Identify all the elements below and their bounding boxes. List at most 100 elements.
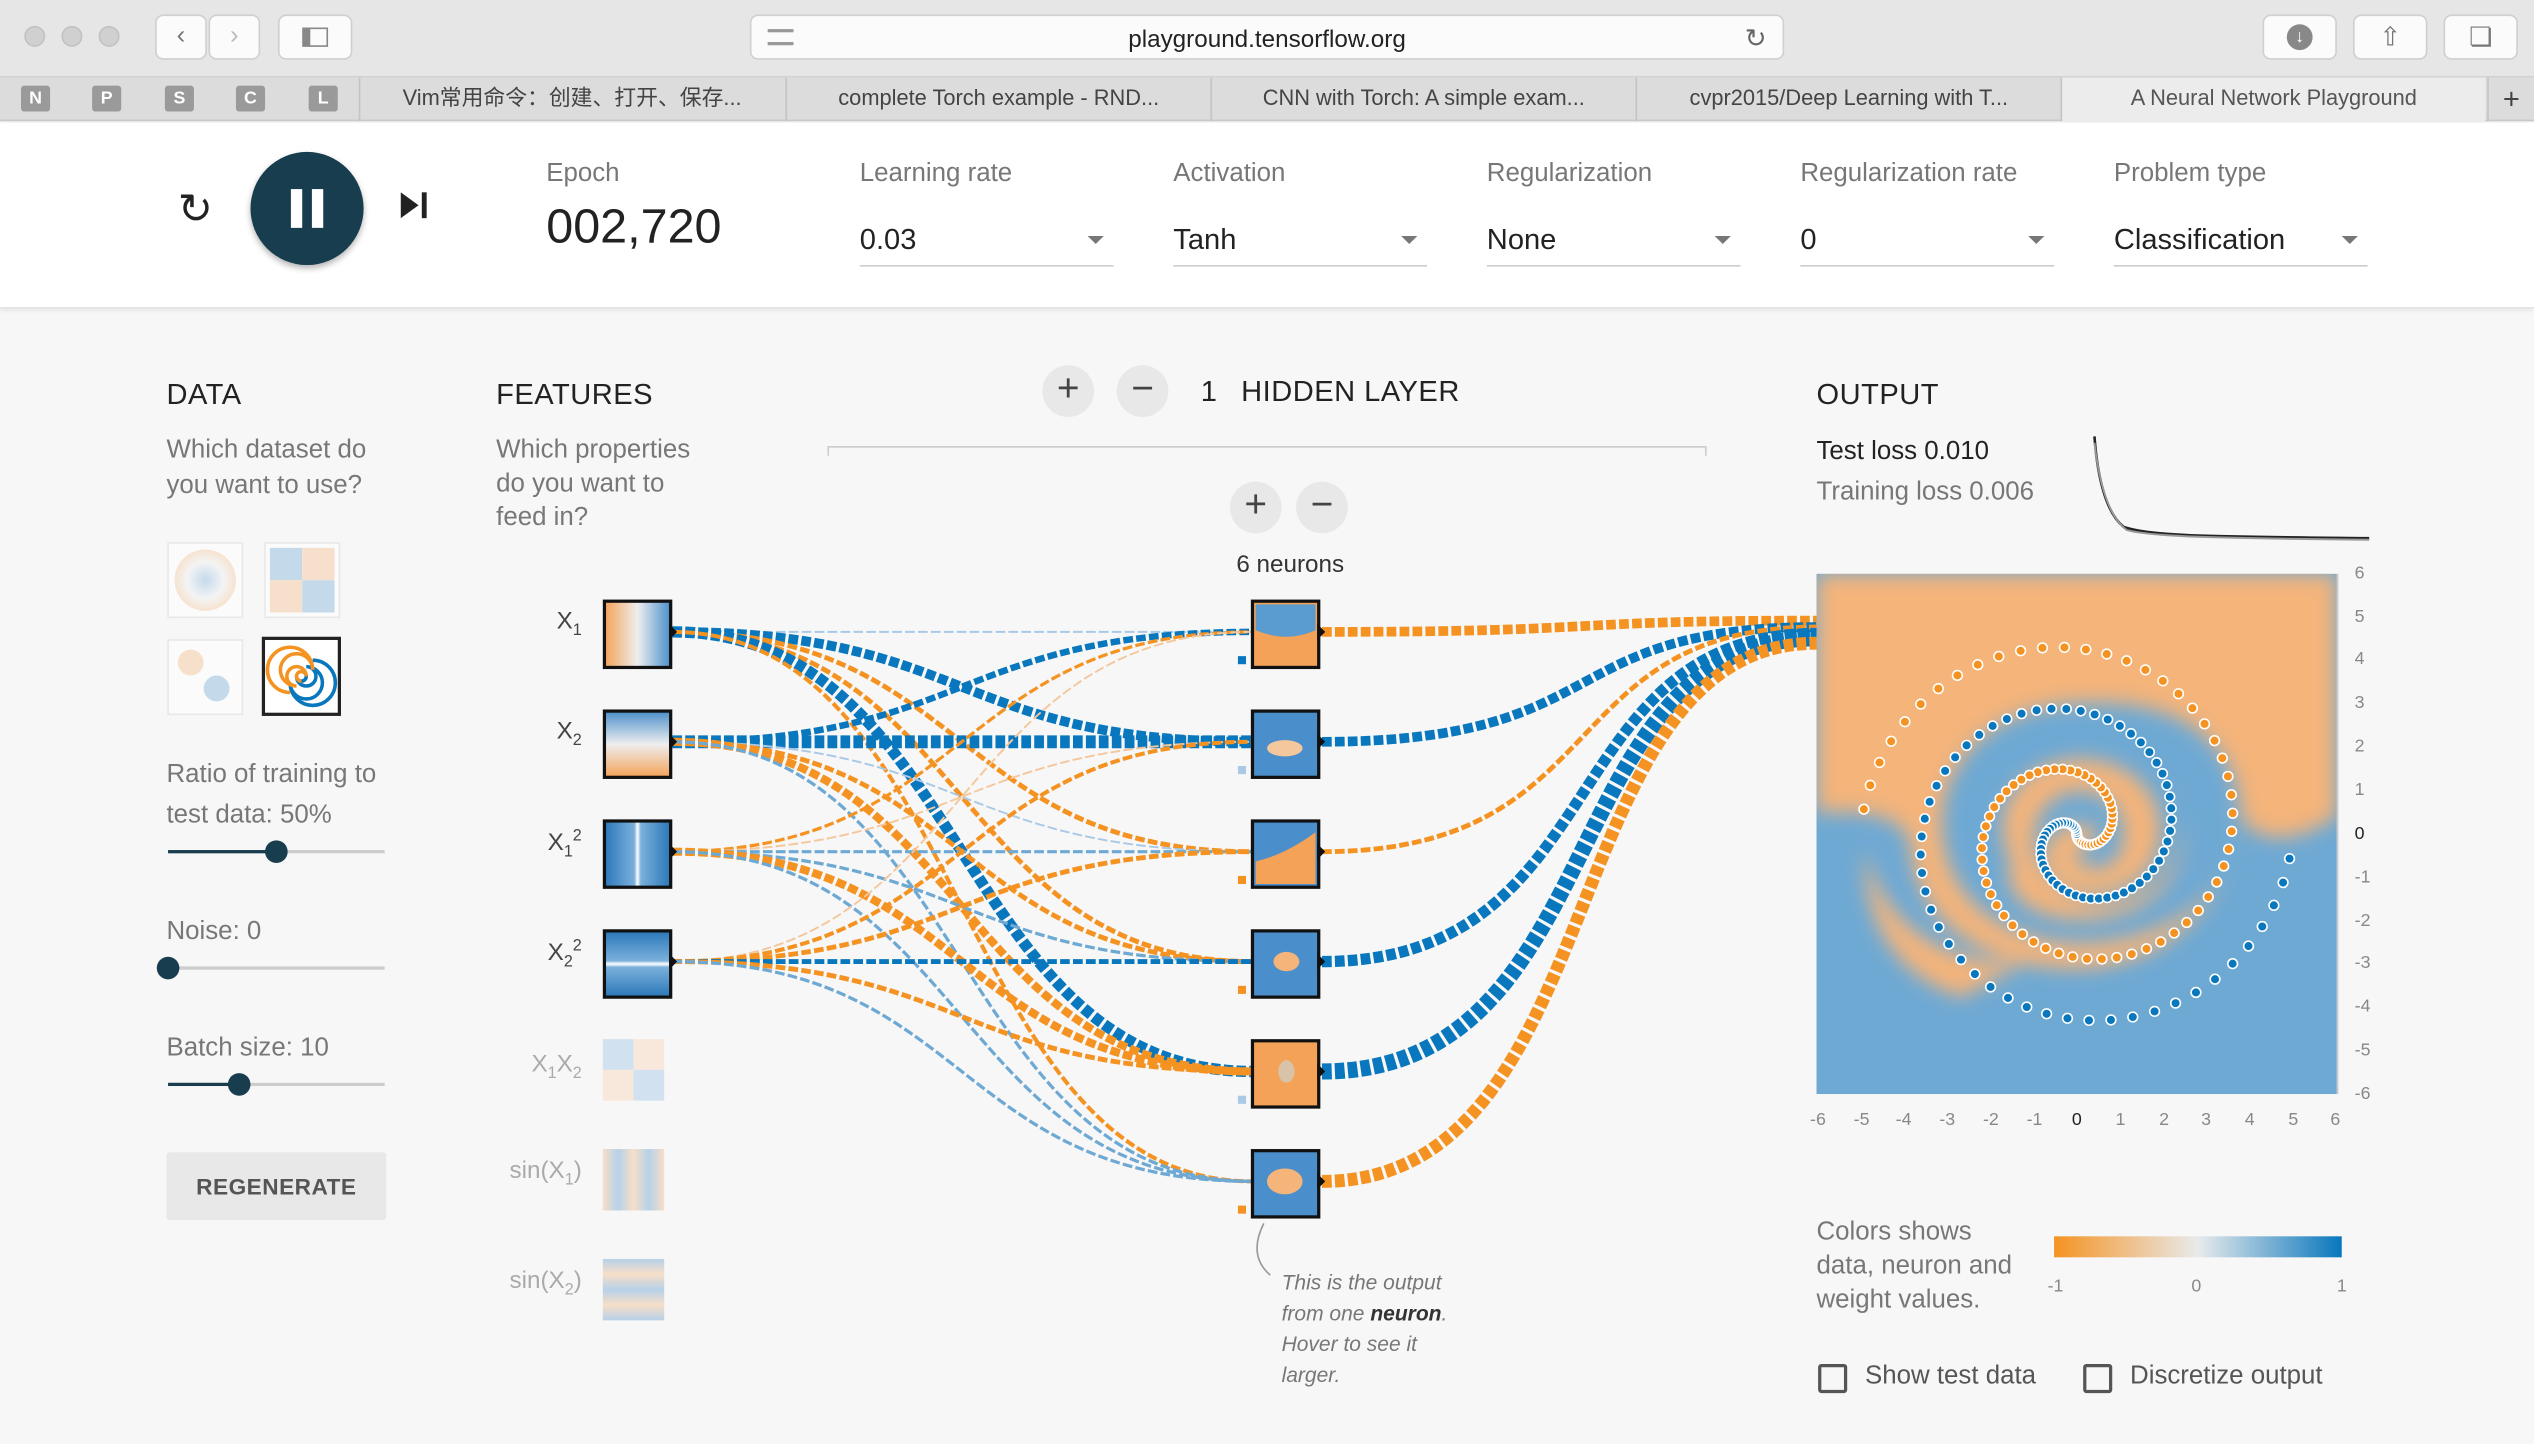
link[interactable] <box>1321 627 1817 968</box>
data-point <box>2181 916 2193 929</box>
data-point <box>2045 703 2058 715</box>
data-point <box>2140 943 2153 955</box>
data-point <box>2126 948 2138 960</box>
y-axis-line <box>2336 573 2339 1095</box>
data-point <box>1986 720 1999 732</box>
data-point <box>2058 641 2071 654</box>
data-point <box>2186 702 2199 714</box>
hidden-neuron-6[interactable] <box>1237 1149 1321 1219</box>
feature-node-x2-squared[interactable] <box>602 929 673 999</box>
data-point <box>2016 928 2029 940</box>
link[interactable] <box>1321 630 1817 1080</box>
y-tick: 3 <box>2354 693 2365 713</box>
data-point <box>1977 831 1989 843</box>
neuron-tooltip: This is the output from one neuron. Hove… <box>1281 1270 1448 1387</box>
data-point <box>2002 992 2014 1004</box>
data-point <box>1980 820 1992 832</box>
y-tick: 4 <box>2354 649 2365 670</box>
link[interactable] <box>672 740 1253 853</box>
data-point <box>1988 801 2000 813</box>
hidden-output-links <box>1321 615 1817 1188</box>
data-point <box>1885 735 1897 747</box>
feature-node-x1x2[interactable] <box>602 1039 665 1101</box>
node-output-arrows <box>669 623 678 970</box>
hidden-neuron-3[interactable] <box>1237 819 1321 889</box>
data-point <box>2211 876 2223 888</box>
x-tick: -6 <box>1810 1110 1826 1130</box>
data-point <box>2209 973 2221 985</box>
feature-node-x2[interactable] <box>602 709 673 779</box>
data-point <box>2157 675 2169 687</box>
x-tick: -2 <box>1982 1110 1999 1130</box>
legend-tick: 1 <box>2336 1276 2347 1297</box>
show-test-data-label[interactable]: Show test data <box>1865 1362 2036 1391</box>
data-point <box>2153 855 2165 867</box>
discretize-output-checkbox[interactable] <box>2083 1363 2113 1394</box>
data-point <box>2190 986 2202 999</box>
link[interactable] <box>672 628 1253 746</box>
data-point <box>1925 904 1937 916</box>
training-loss: Training loss 0.006 <box>1816 478 2035 506</box>
feature-node-sin-x1[interactable] <box>602 1149 665 1211</box>
x-tick: -5 <box>1853 1110 1870 1130</box>
show-test-data-checkbox[interactable] <box>1818 1363 1848 1394</box>
data-point <box>2168 927 2180 939</box>
data-point <box>2135 736 2147 749</box>
data-point <box>2161 779 2173 791</box>
legend-tick: -1 <box>2047 1276 2064 1297</box>
x-tick: 1 <box>2115 1110 2126 1130</box>
data-point <box>1899 716 1911 728</box>
data-point <box>2242 940 2255 952</box>
feature-node-x1-squared[interactable] <box>602 819 673 889</box>
link[interactable] <box>672 959 1253 1183</box>
data-point <box>1916 867 1928 879</box>
feature-node-x1[interactable] <box>602 599 673 670</box>
hidden-neurons <box>1237 599 1326 1219</box>
y-tick: 1 <box>2354 780 2365 800</box>
legend-text-line2: data, neuron and <box>1816 1252 2013 1280</box>
data-point <box>2283 852 2296 865</box>
y-tick: 6 <box>2354 564 2365 584</box>
data-point <box>2225 789 2238 801</box>
data-point <box>1983 810 1996 823</box>
data-point <box>2105 1014 2117 1026</box>
loss-chart <box>2093 436 2370 541</box>
feature-node-sin-x2[interactable] <box>602 1258 665 1321</box>
link[interactable] <box>672 849 1253 965</box>
hidden-neuron-1[interactable] <box>1237 599 1321 670</box>
data-point <box>1923 796 1936 808</box>
data-point <box>1984 981 1997 993</box>
data-point <box>2125 728 2137 740</box>
data-point <box>2226 825 2238 837</box>
data-point <box>2014 645 2027 657</box>
data-point <box>1915 698 1927 710</box>
test-loss-curve <box>2093 436 2370 540</box>
data-point <box>2102 713 2114 726</box>
data-point <box>2015 708 2028 720</box>
output-heading: OUTPUT <box>1816 378 1939 411</box>
data-point <box>1864 779 1876 791</box>
data-point <box>2202 891 2214 903</box>
data-point <box>1972 659 1984 671</box>
input-nodes <box>602 599 678 1321</box>
data-point <box>2161 835 2174 848</box>
data-point <box>2216 752 2228 764</box>
data-point <box>1943 938 1955 950</box>
data-point <box>2001 713 2013 725</box>
data-point <box>2101 648 2113 660</box>
discretize-output-label[interactable]: Discretize output <box>2130 1362 2323 1391</box>
data-point <box>2127 1011 2139 1023</box>
y-tick: -2 <box>2354 911 2371 931</box>
data-point <box>2164 825 2176 837</box>
link[interactable] <box>1321 636 1817 1188</box>
data-point <box>2088 708 2101 721</box>
output-heatmap[interactable] <box>1816 573 2337 1095</box>
data-point <box>2080 643 2092 656</box>
data-point <box>1919 885 1932 898</box>
x-tick: 5 <box>2288 1110 2299 1130</box>
data-point <box>2192 904 2204 917</box>
data-point <box>2081 953 2093 965</box>
legend-text-line3: weight values. <box>1816 1286 1981 1314</box>
data-point <box>2021 1001 2033 1013</box>
data-point <box>1976 842 1988 854</box>
